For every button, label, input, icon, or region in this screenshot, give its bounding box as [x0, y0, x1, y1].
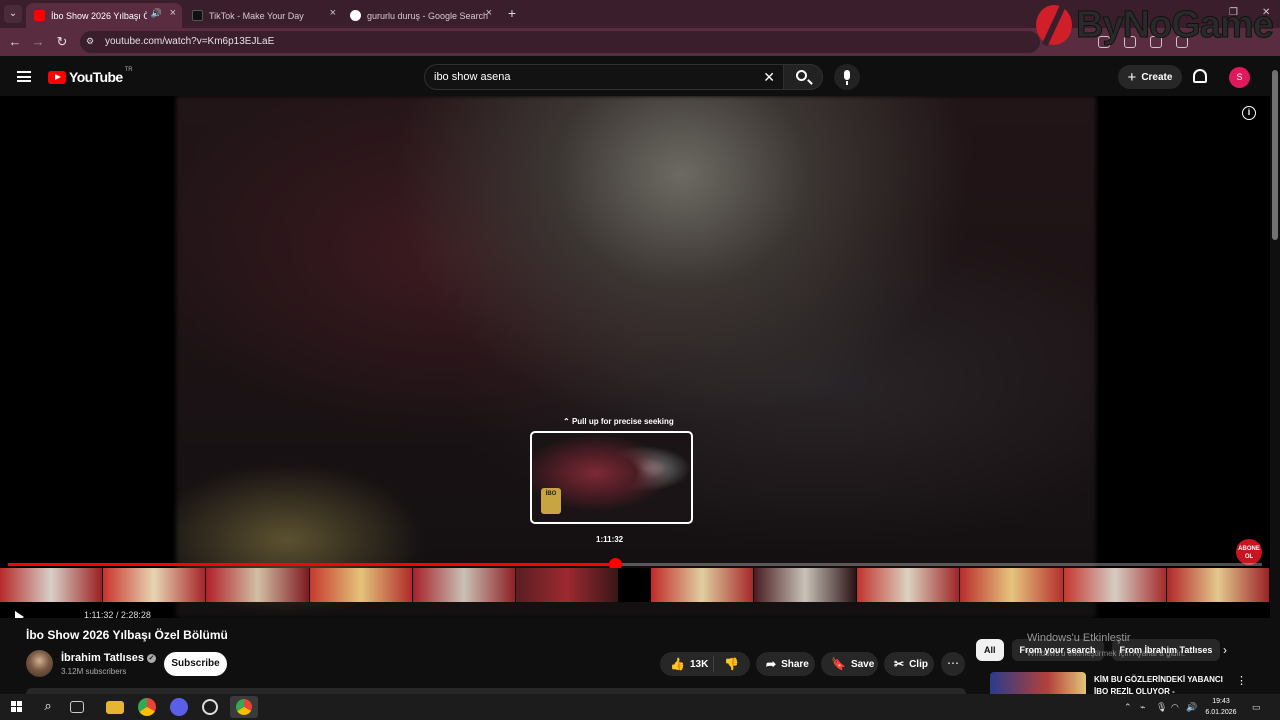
subscribe-watermark-badge[interactable]: ABONE OL: [1236, 539, 1262, 565]
site-info-icon[interactable]: ⚙: [86, 36, 98, 48]
windows-taskbar: ⌕ ⌃ ⌁ 🎙 ◠ 🔊 19:43 6.01.2026 ▭: [0, 694, 1280, 720]
system-clock[interactable]: 19:43 6.01.2026: [1201, 696, 1241, 718]
address-bar[interactable]: ⚙ youtube.com/watch?v=Km6p13EJLaE: [80, 31, 1040, 53]
windows-activation-subtitle: Windows'u etkinleştirmek için Ayarlar'a …: [1027, 649, 1186, 658]
account-avatar[interactable]: S: [1229, 67, 1250, 88]
chip-all[interactable]: All: [976, 639, 1004, 661]
search-input[interactable]: ibo show asena ✕: [424, 64, 784, 90]
seek-preview-thumbnail: İBO: [530, 431, 693, 524]
notifications-icon[interactable]: ▭: [1252, 702, 1261, 713]
tab-title: gururlu duruş - Google Search: [367, 10, 489, 21]
windows-activation-title: Windows'u Etkinleştir: [1027, 632, 1131, 644]
tiktok-favicon-icon: [192, 10, 203, 21]
tray-overflow-icon[interactable]: ⌃: [1124, 702, 1132, 713]
discord-icon[interactable]: [170, 698, 188, 716]
speaker-icon[interactable]: 🔊: [151, 8, 162, 19]
page-scrollbar[interactable]: [1270, 58, 1280, 692]
country-code: TR: [124, 67, 133, 73]
tab-title: TikTok - Make Your Day: [209, 10, 304, 21]
seek-preview-time: 1:11:32: [596, 535, 624, 544]
scissors-icon: ✂: [894, 657, 905, 671]
chrome-icon[interactable]: [138, 698, 156, 716]
browser-tab-youtube[interactable]: İbo Show 2026 Yılbaşı Özel 🔊 ×: [26, 3, 182, 28]
youtube-play-icon: [48, 70, 66, 84]
chrome-profile-taskbar-button[interactable]: [230, 696, 258, 718]
youtube-favicon-icon: [34, 10, 45, 21]
search-button[interactable]: [783, 64, 823, 90]
like-dislike-group: 👍 13K 👎: [660, 652, 750, 676]
watermark-logo-icon: [1036, 5, 1072, 45]
dislike-icon[interactable]: 👎: [724, 657, 739, 671]
task-view-icon[interactable]: [70, 701, 84, 713]
watermark: ByNoGame: [1036, 2, 1275, 48]
preview-logo: İBO: [541, 488, 561, 514]
search-query: ibo show asena: [434, 71, 511, 83]
tab-search-button[interactable]: ⌄: [4, 5, 22, 23]
youtube-logo-text: YouTube: [69, 69, 123, 85]
time-display: 1:11:32 / 2:28:28: [84, 610, 151, 618]
save-button[interactable]: 🔖 Save: [821, 652, 878, 676]
channel-avatar[interactable]: [26, 650, 53, 677]
close-tab-icon[interactable]: ×: [170, 7, 176, 19]
watermark-text: ByNoGame: [1076, 3, 1275, 46]
chrome-profile-icon: [236, 699, 252, 715]
google-favicon-icon: [350, 10, 361, 21]
like-icon[interactable]: 👍: [670, 657, 685, 671]
chips-next-chevron-icon[interactable]: ›: [1223, 643, 1227, 657]
verified-badge-icon: ✓: [146, 654, 156, 663]
close-tab-icon[interactable]: ×: [486, 7, 492, 19]
like-count[interactable]: 13K: [690, 659, 708, 670]
search-icon[interactable]: ⌕: [39, 698, 57, 716]
more-actions-button[interactable]: ⋯: [941, 652, 965, 676]
notifications-bell-icon[interactable]: [1193, 69, 1207, 83]
plus-icon: +: [1127, 68, 1137, 86]
save-bookmark-icon: 🔖: [831, 657, 846, 671]
progress-played: [8, 563, 615, 566]
clip-button[interactable]: ✂ Clip: [884, 652, 934, 676]
youtube-masthead: YouTube TR ibo show asena ✕ + Create S: [0, 58, 1268, 96]
subscriber-count: 3.12M subscribers: [61, 667, 127, 676]
windows-start-icon[interactable]: [11, 701, 22, 712]
tab-title: İbo Show 2026 Yılbaşı Özel: [51, 10, 147, 21]
video-frame: [176, 96, 1096, 618]
forward-button[interactable]: →: [30, 34, 46, 50]
new-tab-button[interactable]: +: [504, 5, 520, 21]
share-button[interactable]: ➦ Share: [756, 652, 815, 676]
create-button[interactable]: + Create: [1118, 65, 1182, 89]
microphone-icon[interactable]: 🎙: [1156, 702, 1167, 713]
volume-icon[interactable]: 🔊: [1186, 702, 1197, 713]
progress-bar[interactable]: [8, 558, 1262, 571]
close-tab-icon[interactable]: ×: [330, 7, 336, 19]
wifi-icon[interactable]: ◠: [1171, 702, 1179, 713]
seek-filmstrip[interactable]: [0, 568, 1270, 602]
guide-menu-icon[interactable]: [17, 71, 31, 82]
browser-tab-tiktok[interactable]: TikTok - Make Your Day ×: [184, 3, 342, 28]
url-text: youtube.com/watch?v=Km6p13EJLaE: [105, 36, 275, 47]
info-icon[interactable]: i: [1242, 106, 1256, 120]
reload-button[interactable]: ↻: [54, 34, 70, 50]
clear-search-icon[interactable]: ✕: [763, 69, 775, 86]
channel-name[interactable]: İbrahim Tatlıses ✓: [61, 652, 156, 664]
recommendation-menu-icon[interactable]: ⋮: [1236, 674, 1247, 687]
subscribe-button[interactable]: Subscribe: [164, 652, 227, 676]
video-title: İbo Show 2026 Yılbaşı Özel Bölümü: [26, 628, 228, 642]
youtube-logo[interactable]: YouTube TR: [48, 67, 133, 85]
video-player[interactable]: i ⌃ Pull up for precise seeking İBO 1:11…: [0, 96, 1270, 618]
create-label: Create: [1141, 71, 1173, 83]
play-pause-button[interactable]: [15, 611, 24, 618]
browser-tab-google[interactable]: gururlu duruş - Google Search ×: [342, 3, 498, 28]
back-button[interactable]: ←: [7, 34, 23, 50]
voice-search-button[interactable]: [834, 64, 860, 90]
search-icon: [796, 70, 807, 81]
obs-icon[interactable]: [202, 699, 218, 715]
file-explorer-icon[interactable]: [106, 701, 124, 714]
player-controls: 1:11:32 / 2:28:28: [0, 608, 1270, 618]
network-icon[interactable]: ⌁: [1140, 702, 1145, 713]
seek-hint: ⌃ Pull up for precise seeking: [563, 417, 674, 426]
share-icon: ➦: [766, 657, 777, 671]
